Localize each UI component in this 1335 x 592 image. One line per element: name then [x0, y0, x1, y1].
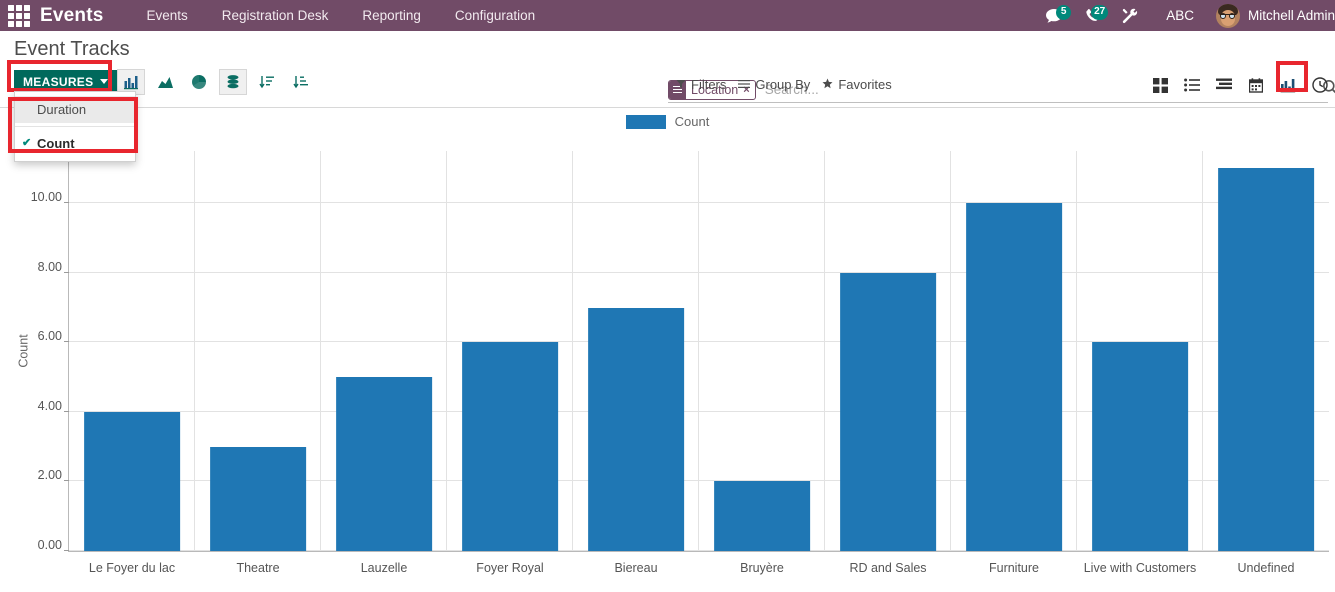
control-panel: Event Tracks Location × MEASURES — [0, 31, 1335, 162]
calendar-view-button[interactable] — [1243, 73, 1269, 97]
chart-legend: Count — [0, 114, 1335, 129]
control-panel-top-row: Event Tracks — [0, 31, 1335, 71]
chart-bar-group: Bruyère — [699, 151, 825, 575]
x-axis-label: Furniture — [988, 561, 1040, 575]
measures-menu: MEASURES — [14, 70, 118, 93]
x-axis-label: Undefined — [1237, 561, 1295, 575]
x-axis-label: Le Foyer du lac — [88, 561, 176, 575]
measure-option-duration[interactable]: Duration — [15, 96, 135, 123]
y-axis-title: Count — [16, 334, 31, 368]
menu-item-events[interactable]: Events — [130, 2, 205, 29]
legend-label-count: Count — [674, 114, 710, 129]
x-axis-label: Bruyère — [740, 561, 784, 575]
y-axis-label: 10.00 — [30, 190, 62, 205]
search-options: Filters Group By Favorites — [676, 74, 904, 95]
chart-bar-group: Undefined — [1203, 151, 1329, 575]
apps-grid-icon[interactable] — [8, 4, 30, 27]
x-axis-label: Theatre — [236, 561, 280, 575]
line-chart-button[interactable] — [151, 69, 179, 95]
chart-bar[interactable] — [210, 446, 306, 551]
chart-bar[interactable] — [840, 272, 936, 551]
x-axis-label: RD and Sales — [849, 561, 927, 575]
view-switcher — [1141, 73, 1333, 97]
phone-icon[interactable]: 27 — [1074, 4, 1111, 24]
activity-badge: 27 — [1091, 4, 1109, 20]
chart-bar-group: Furniture — [951, 151, 1077, 575]
dropdown-divider — [15, 126, 135, 127]
activity-view-button[interactable] — [1307, 73, 1333, 97]
tools-icon[interactable] — [1111, 8, 1150, 24]
chart-bar-group: Live with Customers — [1077, 151, 1203, 575]
sort-ascending-button[interactable] — [253, 69, 281, 95]
menu-item-registration-desk[interactable]: Registration Desk — [205, 2, 346, 29]
chart-bar[interactable] — [1092, 342, 1188, 551]
list-view-button[interactable] — [1179, 73, 1205, 97]
control-panel-bottom-row: MEASURES Filters Group By Favorites Dura… — [0, 60, 1335, 162]
debug-indicator[interactable]: ABC — [1150, 8, 1210, 23]
pivot-view-button[interactable] — [1211, 73, 1237, 97]
chart-bar[interactable] — [714, 481, 810, 551]
y-axis-label: 2.00 — [37, 468, 62, 483]
navbar-systray: 5 27 ABC Mitchell Admin — [1034, 3, 1335, 28]
chart-bar-group: Theatre — [195, 151, 321, 575]
y-axis-label: 0.00 — [37, 538, 62, 552]
legend-swatch-count — [625, 114, 666, 129]
bars-icon — [738, 77, 751, 92]
graph-type-buttons — [117, 69, 321, 95]
avatar[interactable] — [1215, 3, 1240, 28]
funnel-icon — [676, 77, 686, 92]
stacked-button[interactable] — [219, 69, 247, 95]
favorites-label: Favorites — [838, 77, 892, 92]
favorites-dropdown[interactable]: Favorites — [822, 74, 903, 95]
measure-option-count-label: Count — [37, 136, 75, 151]
main-menu: Events Registration Desk Reporting Confi… — [130, 2, 553, 29]
x-axis-label: Lauzelle — [360, 561, 408, 575]
measure-option-count[interactable]: ✔ Count — [15, 130, 135, 157]
graph-view-button[interactable] — [1275, 73, 1301, 97]
groupby-label: Group By — [755, 77, 811, 92]
measures-dropdown-menu: Duration ✔ Count — [14, 91, 136, 162]
page-title: Event Tracks — [14, 38, 130, 60]
messages-badge: 5 — [1056, 4, 1072, 20]
filters-label: Filters — [691, 77, 727, 92]
x-axis-label: Foyer Royal — [476, 561, 544, 575]
app-brand-events[interactable]: Events — [40, 5, 104, 27]
y-axis-label: 6.00 — [37, 329, 62, 344]
username-label[interactable]: Mitchell Admin — [1248, 8, 1335, 23]
check-icon: ✔ — [22, 137, 32, 149]
sort-descending-button[interactable] — [287, 69, 315, 95]
y-axis-label: 8.00 — [37, 259, 62, 274]
menu-item-reporting[interactable]: Reporting — [345, 2, 438, 29]
chart-bar-group: Biereau — [573, 151, 699, 575]
chart-bar-group: Foyer Royal — [447, 151, 573, 575]
chart-plot-area: Count 0.00 2.00 4.00 6.00 8.00 10.00 Le Foyer… — [17, 151, 1329, 575]
groupby-dropdown[interactable]: Group By — [738, 74, 822, 95]
chart-bar[interactable] — [588, 307, 684, 551]
chart-bar[interactable] — [336, 377, 432, 551]
x-axis-label: Biereau — [614, 561, 658, 575]
messages-icon[interactable]: 5 — [1034, 4, 1074, 24]
top-navbar: Events Events Registration Desk Reportin… — [0, 0, 1335, 31]
filters-dropdown[interactable]: Filters — [676, 74, 738, 95]
chart-bar-group: Lauzelle — [321, 151, 447, 575]
chevron-down-icon — [100, 79, 109, 84]
star-icon — [822, 77, 833, 92]
chart-bar-group: RD and Sales — [825, 151, 951, 575]
kanban-view-button[interactable] — [1147, 73, 1173, 97]
chart-bar[interactable] — [462, 342, 558, 551]
y-axis-label: 4.00 — [37, 398, 62, 413]
chart-bar[interactable] — [966, 203, 1062, 551]
chart-bar-group: Le Foyer du lac — [69, 151, 195, 575]
measures-button[interactable]: MEASURES — [14, 70, 118, 93]
menu-item-configuration[interactable]: Configuration — [438, 2, 552, 29]
chart-bar[interactable] — [1218, 168, 1314, 551]
measure-option-duration-label: Duration — [37, 102, 87, 117]
measures-button-label: MEASURES — [23, 74, 94, 89]
x-axis-label: Live with Customers — [1083, 561, 1197, 575]
chart-bars: Le Foyer du lac Theatre Lauzelle Foyer Roya… — [69, 151, 1329, 575]
graph-view: Count Count 0.00 2.00 4.00 6.00 8.00 10.00 Le… — [0, 108, 1335, 592]
chart-bar[interactable] — [84, 411, 180, 551]
pie-chart-button[interactable] — [185, 69, 213, 95]
